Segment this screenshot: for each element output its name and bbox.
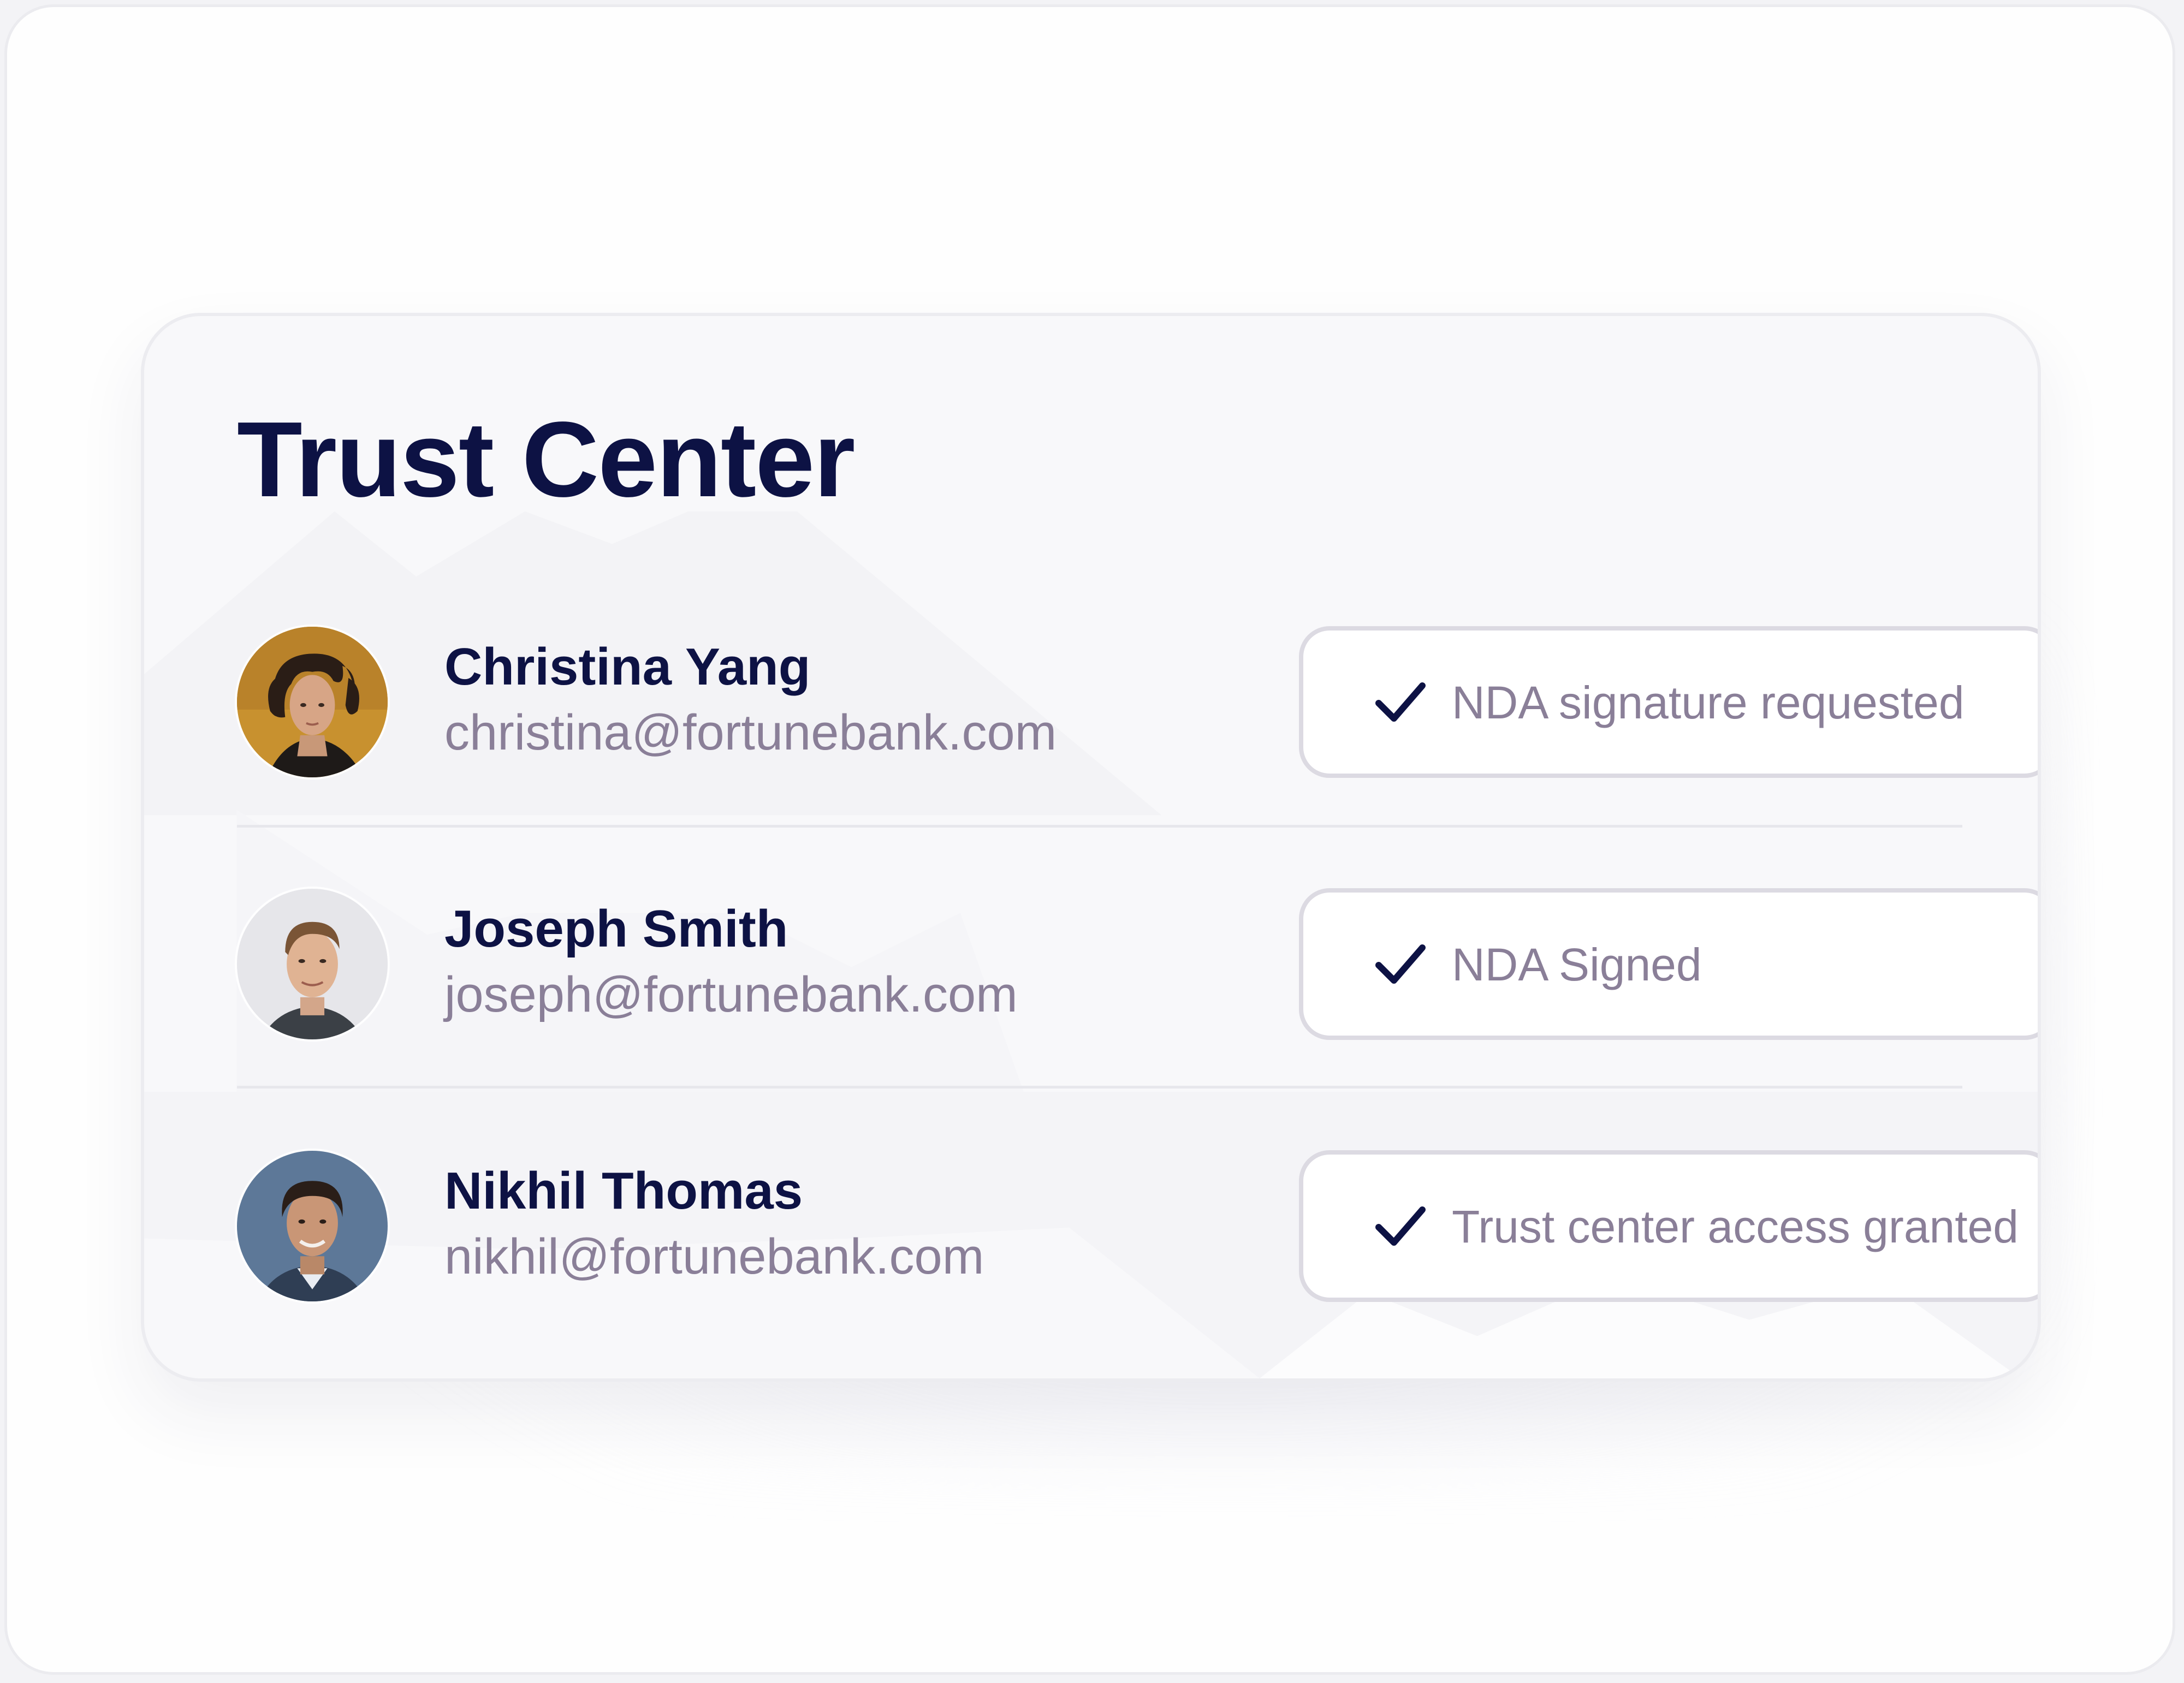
avatar	[237, 1151, 388, 1301]
person-name: Joseph Smith	[444, 900, 788, 958]
check-icon	[1375, 682, 1426, 722]
trust-center-card: Trust Center Christina Yang christina@fo…	[141, 313, 2041, 1382]
person-email: joseph@fortunebank.com	[444, 967, 1018, 1022]
person-row-joseph: Joseph Smith joseph@fortunebank.com NDA …	[237, 870, 2038, 1132]
status-pill[interactable]: NDA signature requested	[1299, 626, 2038, 778]
person-name: Christina Yang	[444, 638, 811, 696]
page-title: Trust Center	[237, 400, 855, 519]
status-label: NDA Signed	[1452, 939, 1702, 990]
outer-frame: Trust Center Christina Yang christina@fo…	[4, 4, 2175, 1675]
person-email: nikhil@fortunebank.com	[444, 1229, 984, 1284]
status-pill[interactable]: NDA Signed	[1299, 888, 2038, 1040]
status-label: Trust center access granted	[1452, 1201, 2019, 1252]
avatar	[237, 889, 388, 1039]
status-label: NDA signature requested	[1452, 677, 1965, 728]
person-name: Nikhil Thomas	[444, 1162, 803, 1220]
check-icon	[1375, 944, 1426, 984]
person-row-nikhil: Nikhil Thomas nikhil@fortunebank.com Tru…	[237, 1132, 2038, 1378]
status-pill[interactable]: Trust center access granted	[1299, 1150, 2038, 1302]
person-row-christina: Christina Yang christina@fortunebank.com…	[237, 608, 2038, 870]
row-divider	[237, 825, 1962, 828]
avatar	[237, 627, 388, 777]
person-email: christina@fortunebank.com	[444, 705, 1057, 760]
row-divider	[237, 1086, 1962, 1089]
check-icon	[1375, 1206, 1426, 1246]
